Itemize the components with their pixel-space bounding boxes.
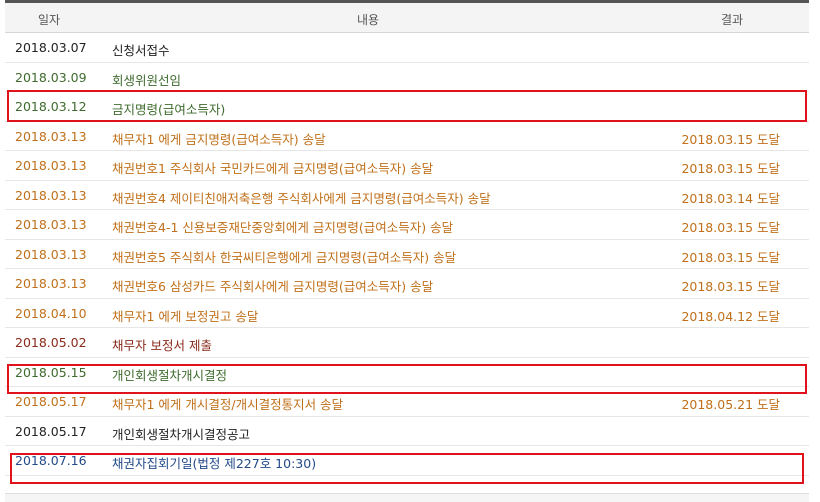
header-result: 결과 xyxy=(721,13,744,27)
table-row: 2018.03.13 채권번호4 제이티친애저축은행 주식회사에게 금지명령(급여… xyxy=(5,181,809,210)
table-row: 2018.04.10 채무자1 에게 보정권고 송달 2018.04.12 도달 xyxy=(5,299,809,328)
row-content: 채권번호4-1 신용보증재단중앙회에게 금지명령(급여소득자) 송달 xyxy=(112,220,454,235)
table-row: 2018.03.07 신청서접수 xyxy=(5,33,809,63)
highlight-box-creditors-meeting xyxy=(10,453,804,484)
row-date: 2018.03.07 xyxy=(15,40,87,55)
table-row: 2018.03.13 채권번호4-1 신용보증재단중앙회에게 금지명령(급여소득자… xyxy=(5,210,809,240)
row-content: 개인회생절차개시결정공고 xyxy=(112,426,251,442)
row-result: 2018.04.12 도달 xyxy=(681,308,780,324)
highlight-box-prohibition-order xyxy=(7,90,807,122)
row-result: 2018.05.21 도달 xyxy=(681,397,780,412)
row-result: 2018.03.15 도달 xyxy=(681,279,780,294)
table-row: 2018.03.13 채무자1 에게 금지명령(급여소득자) 송달 2018.03.… xyxy=(5,122,809,151)
table-row: 2018.03.09 회생위원선임 xyxy=(5,63,809,92)
row-date: 2018.03.13 xyxy=(15,217,87,232)
row-date: 2018.05.17 xyxy=(15,423,87,439)
row-result: 2018.03.14 도달 xyxy=(681,190,780,206)
table-row: 2018.05.02 채무자 보정서 제출 xyxy=(5,328,809,358)
table-header: 일자 내용 결과 xyxy=(5,3,809,33)
row-content: 채권번호1 주식회사 국민카드에게 금지명령(급여소득자) 송달 xyxy=(112,161,434,176)
row-date: 2018.05.02 xyxy=(15,335,87,350)
table-row: 2018.03.13 채권번호6 삼성카드 주식회사에게 금지명령(급여소득자) … xyxy=(5,269,809,299)
table-row: 2018.03.13 채권번호1 주식회사 국민카드에게 금지명령(급여소득자) … xyxy=(5,151,809,181)
row-content: 채무자 보정서 제출 xyxy=(112,338,212,353)
table-row: 2018.05.17 개인회생절차개시결정공고 xyxy=(5,417,809,446)
row-date: 2018.03.13 xyxy=(15,128,87,144)
row-date: 2018.03.13 xyxy=(15,158,87,173)
row-result: 2018.03.15 도달 xyxy=(681,161,780,176)
header-content: 내용 xyxy=(357,13,380,27)
row-date: 2018.03.13 xyxy=(15,246,87,262)
header-date: 일자 xyxy=(38,13,61,27)
row-content: 회생위원선임 xyxy=(112,72,182,88)
row-result: 2018.03.15 도달 xyxy=(681,249,780,265)
row-date: 2018.03.09 xyxy=(15,69,87,85)
row-result: 2018.03.15 도달 xyxy=(681,220,780,235)
row-content: 채권번호5 주식회사 한국씨티은행에게 금지명령(급여소득자) 송달 xyxy=(112,249,457,265)
row-result: 2018.03.15 도달 xyxy=(681,131,780,147)
row-date: 2018.05.17 xyxy=(15,394,87,409)
row-date: 2018.03.13 xyxy=(15,187,87,203)
row-date: 2018.04.10 xyxy=(15,305,87,321)
case-progress-table: 일자 내용 결과 2018.03.07 신청서접수 2018.03.09 회생위원선임… xyxy=(5,0,809,476)
row-date: 2018.03.13 xyxy=(15,276,87,291)
row-content: 채권번호4 제이티친애저축은행 주식회사에게 금지명령(급여소득자) 송달 xyxy=(112,190,491,206)
row-content: 채무자1 에게 개시결정/개시결정통지서 송달 xyxy=(112,397,344,412)
row-content: 채무자1 에게 금지명령(급여소득자) 송달 xyxy=(112,131,326,147)
highlight-box-commencement-decision xyxy=(7,364,807,394)
row-content: 채권번호6 삼성카드 주식회사에게 금지명령(급여소득자) 송달 xyxy=(112,279,434,294)
row-content: 신청서접수 xyxy=(112,43,170,58)
table-row: 2018.03.13 채권번호5 주식회사 한국씨티은행에게 금지명령(급여소득자… xyxy=(5,240,809,269)
row-content: 채무자1 에게 보정권고 송달 xyxy=(112,308,259,324)
